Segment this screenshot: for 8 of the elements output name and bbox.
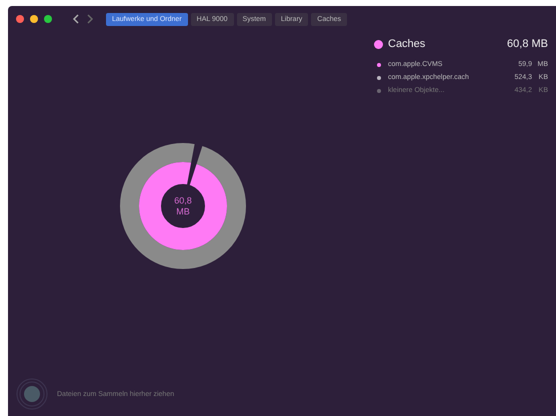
window-button[interactable] (44, 15, 52, 23)
folder-name: Caches (388, 38, 426, 50)
forward-icon[interactable] (86, 14, 94, 24)
window-button[interactable] (16, 15, 24, 23)
donut-drawing: 60,8 MB (118, 141, 248, 271)
window-button[interactable] (30, 15, 38, 23)
folder-size: 60,8 MB (507, 38, 548, 50)
back-icon[interactable] (72, 14, 80, 24)
